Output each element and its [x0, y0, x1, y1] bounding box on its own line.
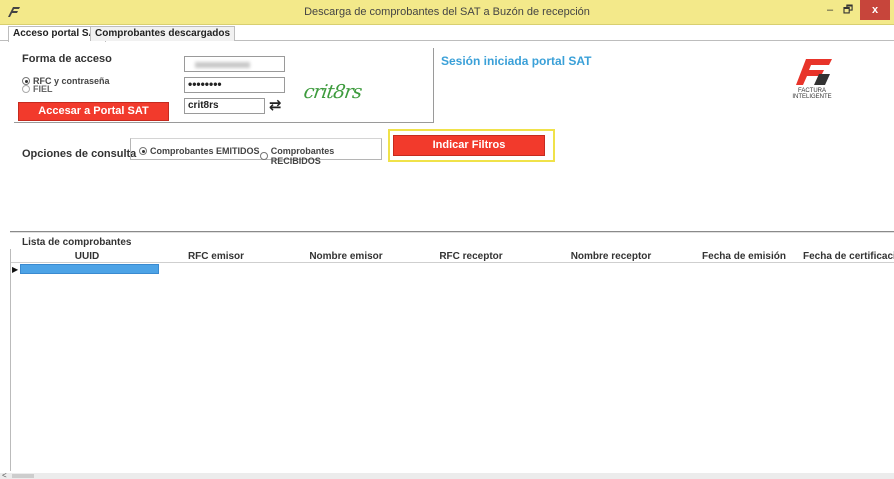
rfc-input[interactable]: [184, 56, 285, 72]
selected-cell[interactable]: [20, 264, 159, 274]
maximize-button[interactable]: 🗗: [840, 0, 856, 20]
login-panel: Forma de acceso RFC y contraseña FIEL Ac…: [14, 48, 434, 123]
radio-recibidos[interactable]: Comprobantes RECIBIDOS: [260, 146, 381, 166]
radio-label: FIEL: [33, 84, 53, 94]
scroll-left-icon[interactable]: <: [2, 471, 7, 479]
tab-comprobantes-descargados[interactable]: Comprobantes descargados: [90, 26, 236, 41]
column-header-fecha-certificacion[interactable]: Fecha de certificación: [803, 251, 894, 262]
horizontal-scrollbar[interactable]: <: [0, 471, 894, 479]
minimize-button[interactable]: –: [822, 0, 838, 20]
query-options-label: Opciones de consulta: [22, 148, 137, 160]
window-title: Descarga de comprobantes del SAT a Buzón…: [304, 6, 590, 18]
column-header-fecha-emision[interactable]: Fecha de emisión: [699, 251, 789, 262]
current-row-indicator-icon: ▶: [12, 265, 19, 274]
access-portal-button[interactable]: Accesar a Portal SAT: [18, 102, 169, 121]
grid-header: UUID RFC emisor Nombre emisor RFC recept…: [11, 249, 894, 263]
radio-fiel[interactable]: FIEL: [22, 84, 53, 94]
list-title: Lista de comprobantes: [22, 237, 132, 248]
indicate-filters-button[interactable]: Indicar Filtros: [393, 135, 545, 156]
radio-label: Comprobantes RECIBIDOS: [270, 146, 335, 166]
radio-checked-icon: [139, 147, 147, 155]
redacted-value: [195, 62, 250, 68]
scroll-thumb[interactable]: [12, 474, 34, 478]
logo-text: FACTURA INTELIGENTE: [792, 88, 832, 100]
title-bar: Descarga de comprobantes del SAT a Buzón…: [0, 0, 894, 25]
column-header-uuid[interactable]: UUID: [67, 251, 107, 262]
refresh-captcha-icon[interactable]: ⇄: [269, 98, 287, 114]
query-options-group: Comprobantes EMITIDOS Comprobantes RECIB…: [130, 138, 382, 166]
column-header-nombre-receptor[interactable]: Nombre receptor: [566, 251, 656, 262]
divider: [10, 231, 894, 233]
session-status: Sesión iniciada portal SAT: [441, 54, 592, 68]
column-header-nombre-emisor[interactable]: Nombre emisor: [301, 251, 391, 262]
tab-strip: Acceso portal SAT Comprobantes descargad…: [0, 26, 894, 42]
captcha-image-text: crit8rs: [304, 80, 364, 103]
radio-label: Comprobantes EMITIDOS: [150, 146, 260, 156]
radio-unchecked-icon: [260, 152, 268, 160]
column-header-rfc-receptor[interactable]: RFC receptor: [431, 251, 511, 262]
receipts-grid[interactable]: UUID RFC emisor Nombre emisor RFC recept…: [10, 249, 894, 471]
captcha-image: crit8rs: [304, 80, 364, 103]
close-button[interactable]: x: [860, 0, 890, 20]
brand-logo: FACTURA INTELIGENTE: [778, 55, 846, 100]
radio-unchecked-icon: [22, 85, 30, 93]
access-method-label: Forma de acceso: [22, 53, 112, 65]
radio-emitidos[interactable]: Comprobantes EMITIDOS: [139, 146, 260, 156]
captcha-input[interactable]: crit8rs: [184, 98, 265, 114]
column-header-rfc-emisor[interactable]: RFC emisor: [181, 251, 251, 262]
logo-mark-icon: [796, 59, 832, 85]
password-input[interactable]: ••••••••: [184, 77, 285, 93]
